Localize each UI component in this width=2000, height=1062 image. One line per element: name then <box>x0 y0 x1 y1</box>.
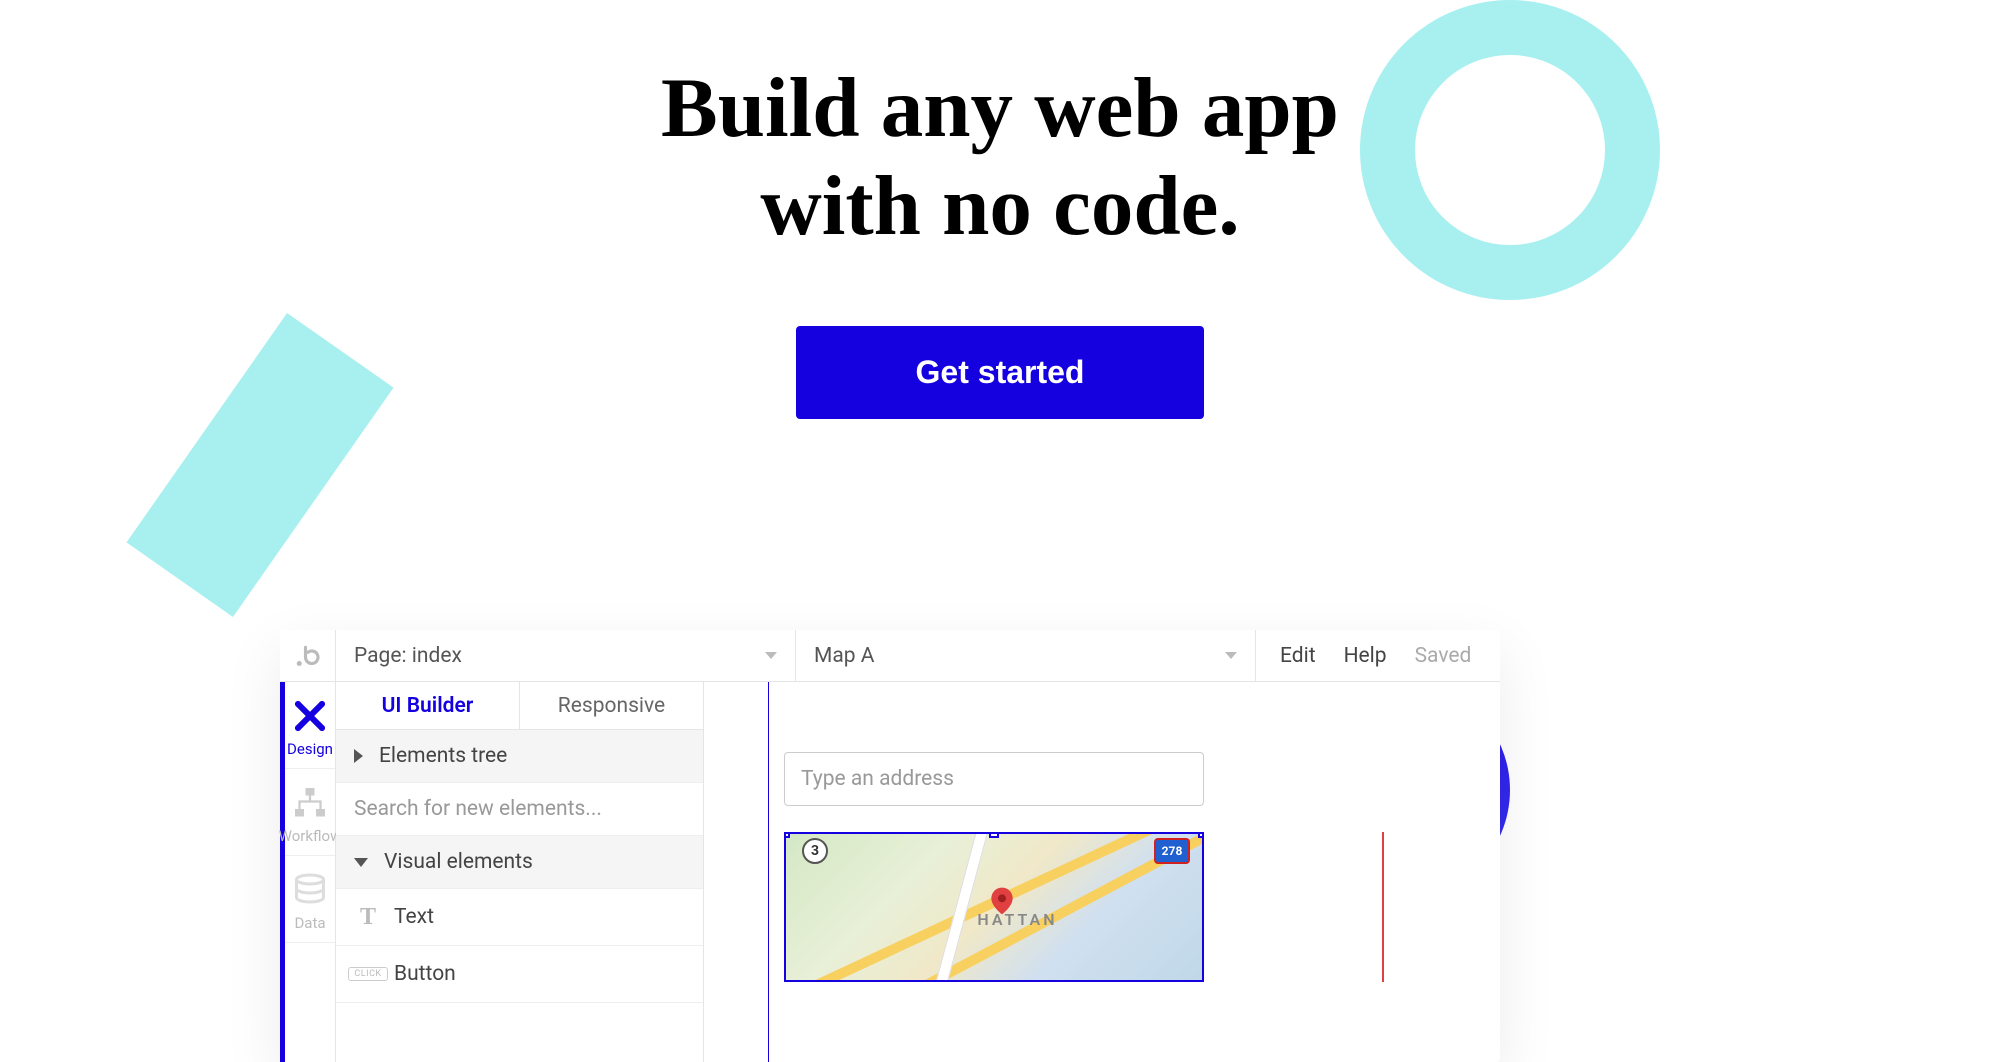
elements-tree-toggle[interactable]: Elements tree <box>336 730 703 783</box>
editor-canvas[interactable]: Type an address 3 278 HATTAN <box>704 682 1500 1062</box>
element-item-text[interactable]: T Text <box>336 889 703 946</box>
editor-preview-window: Page: index Map A Edit Help Saved Design… <box>280 630 1500 1062</box>
button-icon: CLICK <box>354 960 382 988</box>
rail-tab-workflow[interactable]: Workflow <box>285 769 335 856</box>
bubble-logo-icon <box>293 641 323 671</box>
help-menu[interactable]: Help <box>1344 644 1387 668</box>
map-element-selected[interactable]: 3 278 HATTAN <box>784 832 1204 982</box>
rail-label-data: Data <box>294 914 325 932</box>
resize-handle[interactable] <box>1198 832 1204 838</box>
address-input[interactable]: Type an address <box>784 752 1204 806</box>
headline-line-1: Build any web app <box>661 61 1339 155</box>
get-started-button[interactable]: Get started <box>796 326 1205 419</box>
element-selector-dropdown[interactable]: Map A <box>796 630 1256 681</box>
resize-handle[interactable] <box>784 832 790 838</box>
text-icon: T <box>354 903 382 931</box>
headline-line-2: with no code. <box>760 159 1239 253</box>
element-item-button[interactable]: CLICK Button <box>336 946 703 1003</box>
visual-elements-toggle[interactable]: Visual elements <box>336 836 703 889</box>
resize-handle[interactable] <box>989 832 999 838</box>
database-icon <box>292 872 328 908</box>
left-rail: Design Workflow Data <box>280 682 336 1062</box>
rail-tab-design[interactable]: Design <box>285 682 335 769</box>
side-panel: UI Builder Responsive Elements tree Sear… <box>336 682 704 1062</box>
workflow-icon <box>292 785 328 821</box>
element-search-input[interactable]: Search for new elements... <box>336 783 703 836</box>
map-pin-icon <box>986 885 1018 917</box>
route-shield-icon: 278 <box>1154 838 1190 864</box>
decorative-ring <box>1360 0 1660 300</box>
rail-tab-data[interactable]: Data <box>285 856 335 943</box>
caret-down-icon <box>354 858 368 867</box>
page-selector-dropdown[interactable]: Page: index <box>336 630 796 681</box>
rail-label-design: Design <box>287 740 333 758</box>
elements-tree-label: Elements tree <box>379 744 507 768</box>
tab-responsive[interactable]: Responsive <box>520 682 703 729</box>
editor-topbar: Page: index Map A Edit Help Saved <box>280 630 1500 682</box>
app-logo[interactable] <box>280 630 336 681</box>
tab-ui-builder[interactable]: UI Builder <box>336 682 520 729</box>
chevron-down-icon <box>1225 652 1237 659</box>
edit-menu[interactable]: Edit <box>1280 644 1316 668</box>
alignment-guide <box>768 682 769 1062</box>
rail-label-workflow: Workflow <box>279 827 342 845</box>
measurement-guide <box>1382 832 1384 982</box>
caret-right-icon <box>354 749 363 763</box>
save-status: Saved <box>1415 644 1472 668</box>
page-headline: Build any web app with no code. <box>0 60 2000 256</box>
chevron-down-icon <box>765 652 777 659</box>
visual-elements-label: Visual elements <box>384 850 533 874</box>
element-button-label: Button <box>394 962 456 986</box>
page-selector-label: Page: index <box>354 644 462 668</box>
element-text-label: Text <box>394 905 434 929</box>
route-shield-icon: 3 <box>802 838 828 864</box>
element-selector-label: Map A <box>814 644 874 668</box>
design-icon <box>292 698 328 734</box>
